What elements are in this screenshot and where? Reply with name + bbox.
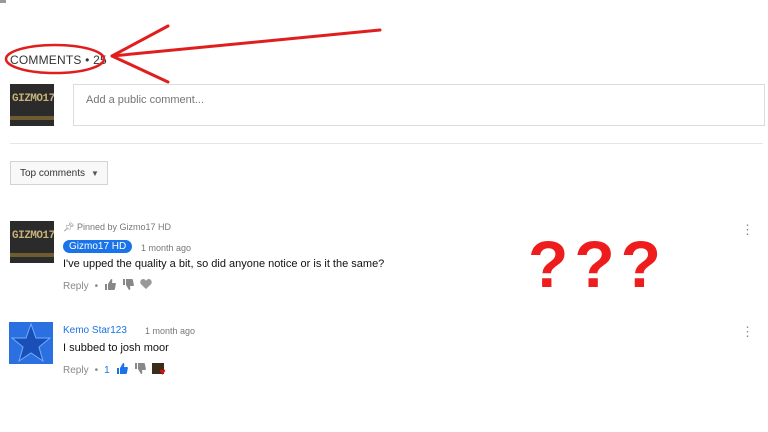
circle-annotation: [4, 43, 106, 75]
red-annotation-overlay: [4, 24, 382, 84]
question-marks-annotation: ???: [528, 227, 667, 301]
